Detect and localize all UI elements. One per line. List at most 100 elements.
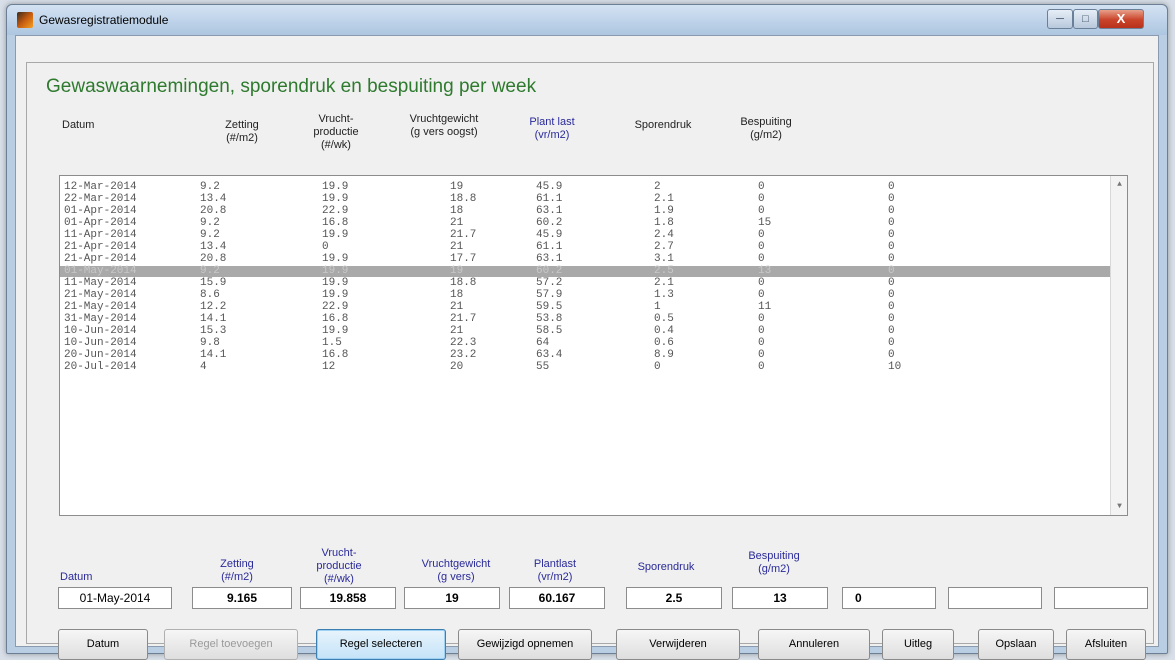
- list-cell: 21-Apr-2014: [64, 241, 137, 253]
- list-row[interactable]: 20-Jun-2014 14.1 16.8 23.2 63.4 8.9 0 0: [60, 350, 1110, 361]
- list-cell: 0: [888, 277, 895, 289]
- regel-toevoegen-button[interactable]: Regel toevoegen: [164, 629, 298, 660]
- list-cell: 0: [758, 277, 765, 289]
- list-row[interactable]: 21-Apr-2014 20.8 19.9 17.7 63.1 3.1 0 0: [60, 254, 1110, 265]
- list-cell: 0: [888, 241, 895, 253]
- list-row[interactable]: 01-May-2014 9.2 19.9 19 60.2 2.5 13 0: [60, 266, 1110, 277]
- gewijzigd-opnemen-button[interactable]: Gewijzigd opnemen: [458, 629, 592, 660]
- app-icon: [17, 12, 33, 28]
- list-cell: 21-Apr-2014: [64, 253, 137, 265]
- list-row[interactable]: 20-Jul-2014 4 12 20 55 0 0 10: [60, 362, 1110, 373]
- list-cell: 14.1: [200, 349, 227, 361]
- annuleren-button[interactable]: Annuleren: [758, 629, 870, 660]
- list-cell: 16.8: [322, 217, 349, 229]
- verwijderen-button[interactable]: Verwijderen: [616, 629, 740, 660]
- regel-selecteren-button[interactable]: Regel selecteren: [316, 629, 446, 660]
- header-vruchtproductie: Vrucht- productie (#/wk): [313, 113, 359, 151]
- vruchtproductie-field[interactable]: 19.858: [300, 587, 396, 609]
- list-cell: 0: [758, 289, 765, 301]
- minimize-button[interactable]: ─: [1047, 9, 1073, 29]
- extra-field-3[interactable]: [1054, 587, 1148, 609]
- opslaan-button[interactable]: Opslaan: [978, 629, 1054, 660]
- sporendruk-field[interactable]: 2.5: [626, 587, 722, 609]
- list-cell: 0: [888, 217, 895, 229]
- list-cell: 19: [450, 181, 464, 193]
- list-cell: 0: [758, 253, 765, 265]
- list-cell: 53.8: [536, 313, 563, 325]
- list-row[interactable]: 22-Mar-2014 13.4 19.9 18.8 61.1 2.1 0 0: [60, 194, 1110, 205]
- list-cell: 4: [200, 361, 207, 373]
- scroll-up-arrow-icon[interactable]: ▲: [1111, 176, 1128, 193]
- list-row[interactable]: 21-Apr-2014 13.4 0 21 61.1 2.7 0 0: [60, 242, 1110, 253]
- list-row[interactable]: 11-Apr-2014 9.2 19.9 21.7 45.9 2.4 0 0: [60, 230, 1110, 241]
- close-button[interactable]: X: [1098, 9, 1144, 29]
- list-cell: 2: [654, 181, 661, 193]
- list-cell: 10: [888, 361, 902, 373]
- list-cell: 12-Mar-2014: [64, 181, 137, 193]
- list-cell: 61.1: [536, 241, 563, 253]
- afsluiten-button[interactable]: Afsluiten: [1066, 629, 1146, 660]
- list-row[interactable]: 12-Mar-2014 9.2 19.9 19 45.9 2 0 0: [60, 182, 1110, 193]
- list-cell: 20-Jun-2014: [64, 349, 137, 361]
- list-cell: 0: [888, 313, 895, 325]
- extra-field-1[interactable]: 0: [842, 587, 936, 609]
- zetting-field[interactable]: 9.165: [192, 587, 292, 609]
- list-cell: 0: [888, 193, 895, 205]
- list-cell: 19.9: [322, 289, 349, 301]
- list-row[interactable]: 01-Apr-2014 9.2 16.8 21 60.2 1.8 15 0: [60, 218, 1110, 229]
- list-cell: 0: [888, 229, 895, 241]
- list-cell: 9.2: [200, 229, 220, 241]
- title-bar[interactable]: Gewasregistratiemodule ─ □ X: [7, 5, 1167, 35]
- list-cell: 9.2: [200, 181, 220, 193]
- list-cell: 31-May-2014: [64, 313, 137, 325]
- list-cell: 21.7: [450, 313, 477, 325]
- list-row[interactable]: 31-May-2014 14.1 16.8 21.7 53.8 0.5 0 0: [60, 314, 1110, 325]
- list-cell: 22.3: [450, 337, 477, 349]
- observations-list[interactable]: 12-Mar-2014 9.2 19.9 19 45.9 2 0 0 22-Mar-2014 13…: [59, 175, 1128, 516]
- list-cell: 20.8: [200, 205, 227, 217]
- list-cell: 21-May-2014: [64, 301, 137, 313]
- list-cell: 19.9: [322, 193, 349, 205]
- list-cell: 63.1: [536, 253, 563, 265]
- list-cell: 0.5: [654, 313, 674, 325]
- vruchtgewicht-field[interactable]: 19: [404, 587, 500, 609]
- header-vruchtgewicht: Vruchtgewicht (g vers oogst): [409, 113, 479, 138]
- list-cell: 19.9: [322, 181, 349, 193]
- datum-field[interactable]: 01-May-2014: [58, 587, 172, 609]
- list-row[interactable]: 10-Jun-2014 15.3 19.9 21 58.5 0.4 0 0: [60, 326, 1110, 337]
- list-cell: 0: [888, 337, 895, 349]
- uitleg-button[interactable]: Uitleg: [882, 629, 954, 660]
- list-cell: 22-Mar-2014: [64, 193, 137, 205]
- header-datum: Datum: [62, 119, 95, 131]
- header-zetting: Zetting (#/m2): [225, 119, 259, 144]
- list-cell: 9.2: [200, 217, 220, 229]
- scroll-down-arrow-icon[interactable]: ▼: [1111, 498, 1128, 515]
- list-cell: 8.9: [654, 349, 674, 361]
- list-row[interactable]: 11-May-2014 15.9 19.9 18.8 57.2 2.1 0 0: [60, 278, 1110, 289]
- list-row[interactable]: 21-May-2014 8.6 19.9 18 57.9 1.3 0 0: [60, 290, 1110, 301]
- list-cell: 0.6: [654, 337, 674, 349]
- list-cell: 0: [758, 229, 765, 241]
- main-window: Gewasregistratiemodule ─ □ X Gewaswaarne…: [6, 4, 1168, 660]
- list-row[interactable]: 01-Apr-2014 20.8 22.9 18 63.1 1.9 0 0: [60, 206, 1110, 217]
- list-scrollbar[interactable]: ▲ ▼: [1110, 176, 1127, 515]
- maximize-button[interactable]: □: [1073, 9, 1098, 29]
- list-cell: 63.4: [536, 349, 563, 361]
- list-cell: 2.1: [654, 193, 674, 205]
- list-cell: 15: [758, 217, 772, 229]
- list-cell: 1.3: [654, 289, 674, 301]
- list-cell: 13: [758, 265, 772, 277]
- bespuiting-field[interactable]: 13: [732, 587, 828, 609]
- list-cell: 16.8: [322, 313, 349, 325]
- extra-field-2[interactable]: [948, 587, 1042, 609]
- datum-button[interactable]: Datum: [58, 629, 148, 660]
- list-row[interactable]: 21-May-2014 12.2 22.9 21 59.5 1 11 0: [60, 302, 1110, 313]
- list-row[interactable]: 10-Jun-2014 9.8 1.5 22.3 64 0.6 0 0: [60, 338, 1110, 349]
- plantlast-field[interactable]: 60.167: [509, 587, 605, 609]
- list-cell: 60.2: [536, 217, 563, 229]
- list-cell: 20.8: [200, 253, 227, 265]
- list-cell: 19: [450, 265, 464, 277]
- list-cell: 11-May-2014: [64, 277, 137, 289]
- header-plantlast: Plant last (vr/m2): [529, 116, 575, 141]
- list-cell: 0: [888, 349, 895, 361]
